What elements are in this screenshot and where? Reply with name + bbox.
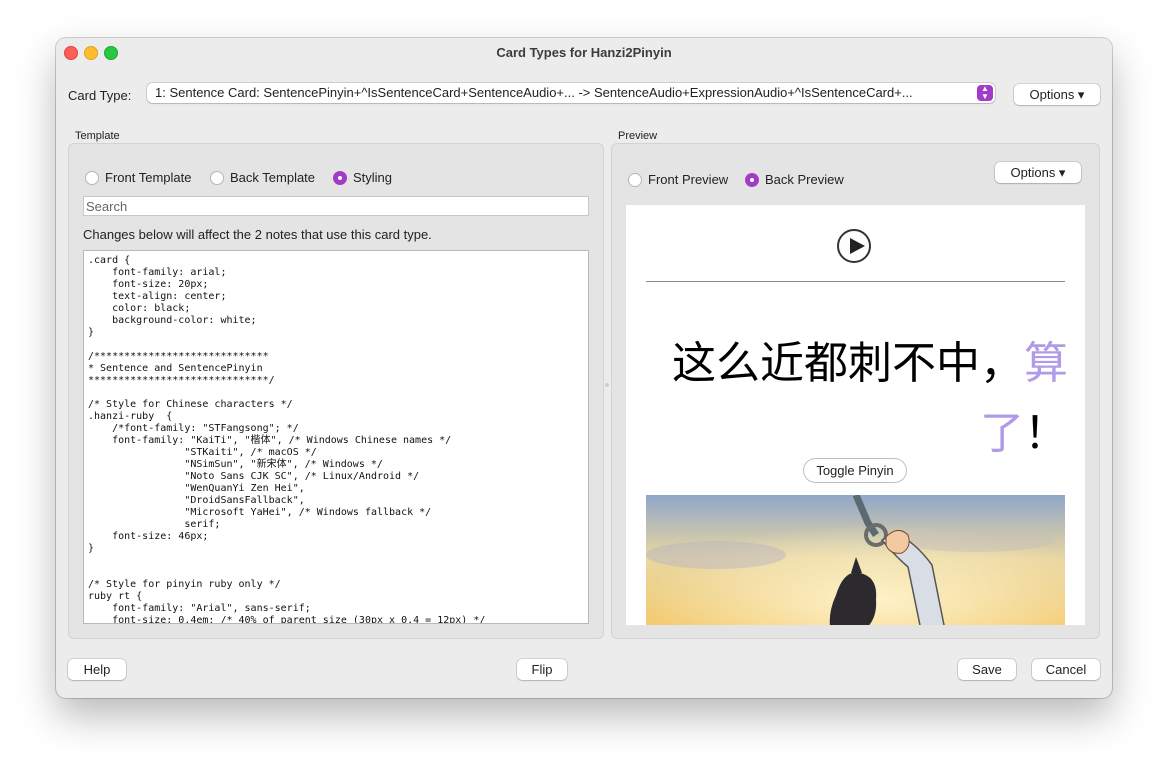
save-button[interactable]: Save (958, 659, 1016, 680)
radio-label: Styling (353, 170, 393, 185)
play-audio-icon[interactable] (837, 229, 871, 263)
card-types-window: Card Types for Hanzi2Pinyin Card Type: 1… (56, 38, 1112, 698)
radio-label: Front Preview (648, 172, 729, 187)
radio-label: Back Template (230, 170, 316, 185)
card-type-options-button[interactable]: Options ▾ (1014, 84, 1100, 105)
change-notice: Changes below will affect the 2 notes th… (83, 227, 432, 242)
card-type-select[interactable]: 1: Sentence Card: SentencePinyin+^IsSent… (147, 83, 995, 103)
card-image (646, 495, 1065, 625)
preview-divider (646, 281, 1065, 282)
window-title: Card Types for Hanzi2Pinyin (496, 45, 672, 60)
radio-label: Front Template (105, 170, 192, 185)
radio-label: Back Preview (765, 172, 844, 187)
preview-options-button[interactable]: Options ▾ (995, 162, 1081, 183)
sentence-main: 这么近都刺不中， (672, 338, 1024, 389)
sentence-text: 这么近都刺不中，算了！ (646, 329, 1068, 469)
help-button[interactable]: Help (68, 659, 126, 680)
radio-front-preview[interactable]: Front Preview (628, 172, 728, 187)
radio-circle-icon (85, 170, 99, 185)
title-bar: Card Types for Hanzi2Pinyin (56, 38, 1112, 66)
radio-back-template[interactable]: Back Template (210, 170, 315, 185)
radio-styling[interactable]: Styling (333, 170, 392, 185)
preview-section-label: Preview (618, 130, 658, 142)
radio-selected-icon (745, 172, 759, 187)
sentence-end: ！ (1024, 408, 1068, 459)
cancel-button[interactable]: Cancel (1032, 659, 1100, 680)
toggle-pinyin-button[interactable]: Toggle Pinyin (804, 459, 906, 482)
radio-front-template[interactable]: Front Template (85, 170, 191, 185)
anime-scene-image (646, 495, 1065, 625)
template-search-input[interactable] (83, 196, 589, 216)
template-section-label: Template (75, 130, 120, 142)
card-type-label: Card Type: (68, 88, 132, 103)
card-preview: 这么近都刺不中，算了！ Toggle Pinyin (626, 205, 1085, 625)
radio-circle-icon (628, 172, 642, 187)
card-type-selected-value: 1: Sentence Card: SentencePinyin+^IsSent… (155, 85, 913, 100)
radio-circle-icon (210, 170, 224, 185)
styling-code-editor[interactable]: .card { font-family: arial; font-size: 2… (83, 250, 589, 624)
flip-button[interactable]: Flip (517, 659, 567, 680)
radio-back-preview[interactable]: Back Preview (745, 172, 844, 187)
splitter-handle[interactable] (605, 383, 609, 387)
updown-chevron-icon[interactable]: ▲ ▼ (977, 85, 993, 101)
radio-selected-icon (333, 170, 347, 185)
